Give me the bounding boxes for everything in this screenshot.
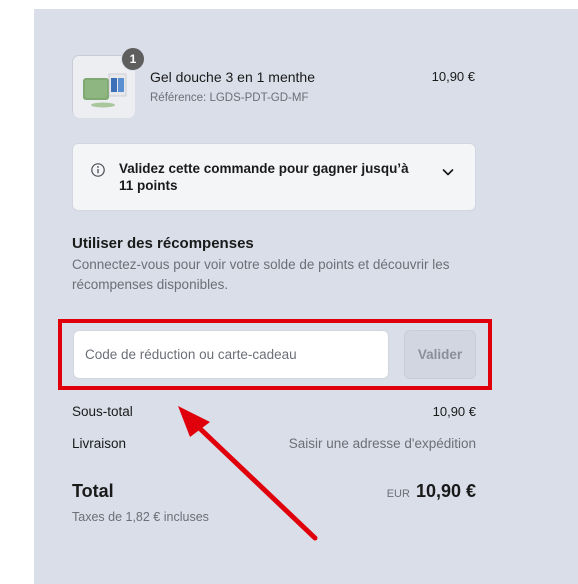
quantity-badge: 1 <box>121 47 145 71</box>
product-price: 10,90 € <box>431 69 475 84</box>
taxes-note: Taxes de 1,82 € incluses <box>72 510 209 524</box>
order-summary-panel: 1 Gel douche 3 en 1 menthe Référence: LG… <box>34 9 578 584</box>
shipping-value: Saisir une adresse d'expédition <box>288 436 476 451</box>
top-strip <box>34 0 578 9</box>
left-pane <box>0 0 34 584</box>
rewards-title: Utiliser des récompenses <box>72 235 254 252</box>
total-value: 10,90 € <box>415 481 476 501</box>
loyalty-points-banner[interactable]: Validez cette commande pour gagner jusqu… <box>72 143 476 211</box>
rewards-description: Connectez-vous pour voir votre solde de … <box>72 257 450 292</box>
subtotal-value: 10,90 € <box>432 404 476 419</box>
shipping-label: Livraison <box>72 436 127 451</box>
product-name: Gel douche 3 en 1 menthe <box>150 69 316 85</box>
chevron-down-icon[interactable] <box>441 165 455 179</box>
annotation-highlight-box <box>58 319 492 390</box>
total-label: Total <box>72 481 114 501</box>
total-amount: EUR 10,90 € <box>387 481 476 502</box>
currency-code: EUR <box>386 488 410 500</box>
info-circle-icon <box>91 163 105 177</box>
loyalty-points-message: Validez cette commande pour gagner jusqu… <box>119 161 409 193</box>
product-reference: Référence: LGDS-PDT-GD-MF <box>150 92 309 104</box>
subtotal-label: Sous-total <box>72 404 133 419</box>
